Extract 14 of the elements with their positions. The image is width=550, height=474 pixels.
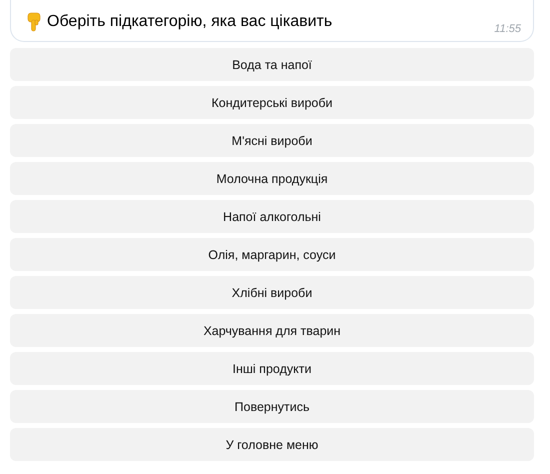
keyboard-button[interactable]: Молочна продукція [10, 162, 534, 195]
keyboard-button[interactable]: Олія, маргарин, соуси [10, 238, 534, 271]
keyboard-button[interactable]: Кондитерські вироби [10, 86, 534, 119]
keyboard-button[interactable]: М'ясні вироби [10, 124, 534, 157]
keyboard-button[interactable]: Інші продукти [10, 352, 534, 385]
keyboard-button[interactable]: Повернутись [10, 390, 534, 423]
keyboard-button[interactable]: Вода та напої [10, 48, 534, 81]
pointing-down-hand-icon [27, 12, 41, 32]
keyboard-button[interactable]: Хлібні вироби [10, 276, 534, 309]
keyboard-button[interactable]: Харчування для тварин [10, 314, 534, 347]
message-text: Оберіть підкатегорію, яка вас цікавить [47, 13, 332, 31]
message-time: 11:55 [494, 23, 521, 35]
keyboard-button[interactable]: У головне меню [10, 428, 534, 461]
keyboard-button[interactable]: Напої алкогольні [10, 200, 534, 233]
